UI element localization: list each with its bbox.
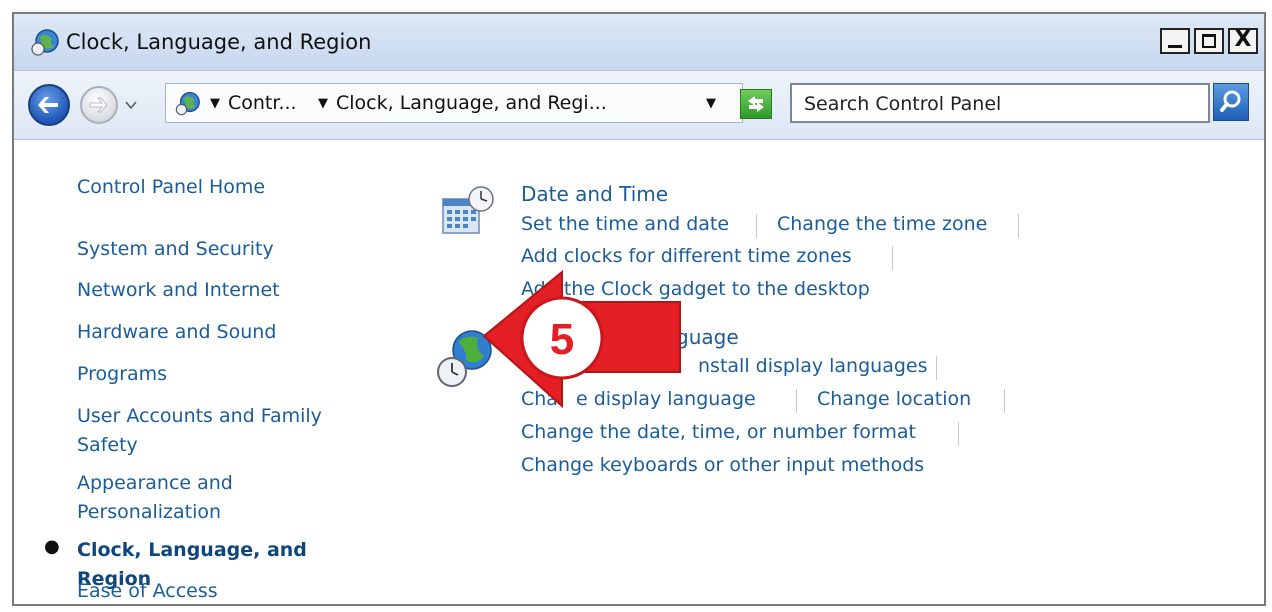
- close-button[interactable]: X: [1228, 28, 1258, 54]
- search-button[interactable]: [1213, 83, 1249, 121]
- link-separator: [936, 356, 937, 380]
- sidebar-item-programs[interactable]: Programs: [77, 360, 377, 389]
- breadcrumb-arrow-icon[interactable]: ▼: [210, 96, 220, 111]
- forward-button[interactable]: [80, 86, 118, 124]
- maximize-button[interactable]: [1194, 28, 1224, 54]
- sidebar-item-control-panel-home[interactable]: Control Panel Home: [77, 173, 377, 202]
- link-separator: [958, 422, 959, 446]
- date-time-icon[interactable]: [439, 185, 499, 245]
- sidebar: Control Panel Home System and Security N…: [14, 140, 414, 606]
- recent-pages-dropdown-icon[interactable]: [125, 99, 137, 111]
- address-dropdown-icon[interactable]: ▼: [706, 96, 716, 111]
- back-button[interactable]: [28, 84, 70, 126]
- link-separator: [1004, 389, 1005, 413]
- refresh-button[interactable]: [740, 89, 772, 119]
- breadcrumb-arrow-icon[interactable]: ▼: [318, 96, 328, 111]
- sidebar-item-appearance[interactable]: Appearance and Personalization: [77, 469, 277, 527]
- sidebar-item-system-security[interactable]: System and Security: [77, 235, 377, 264]
- sidebar-item-user-accounts[interactable]: User Accounts and Family Safety: [77, 402, 357, 460]
- forward-arrow-icon: [89, 97, 108, 113]
- link-separator: [756, 214, 757, 238]
- breadcrumb-clock-language-region[interactable]: ▼ Clock, Language, and Regi...: [318, 92, 607, 114]
- window-title: Clock, Language, and Region: [66, 30, 372, 54]
- breadcrumb-control-panel[interactable]: ▼ Contr...: [210, 92, 297, 114]
- search-box[interactable]: Search Control Panel: [790, 83, 1210, 123]
- change-keyboards-link[interactable]: Change keyboards or other input methods: [521, 454, 924, 476]
- sidebar-item-ease-of-access[interactable]: Ease of Access: [77, 577, 377, 606]
- link-separator: [892, 246, 893, 270]
- change-location-link[interactable]: Change location: [817, 388, 971, 410]
- control-panel-icon: [31, 29, 59, 56]
- search-input[interactable]: Search Control Panel: [804, 93, 1001, 115]
- change-date-time-format-link[interactable]: Change the date, time, or number format: [521, 421, 916, 443]
- set-time-date-link[interactable]: Set the time and date: [521, 213, 729, 235]
- step-number: 5: [550, 315, 574, 364]
- minimize-button[interactable]: [1160, 28, 1190, 54]
- add-clocks-link[interactable]: Add clocks for different time zones: [521, 245, 852, 267]
- address-bar[interactable]: ▼ Contr... ▼ Clock, Language, and Regi... …: [165, 83, 743, 123]
- step-callout-arrow: 5: [482, 269, 681, 409]
- region-language-heading-partial[interactable]: guage: [676, 325, 739, 349]
- back-arrow-icon: [38, 97, 58, 113]
- magnifier-icon: [1220, 90, 1241, 112]
- change-time-zone-link[interactable]: Change the time zone: [777, 213, 987, 235]
- install-display-languages-link-partial[interactable]: nstall display languages: [698, 355, 928, 377]
- current-item-bullet: ●: [44, 536, 60, 557]
- link-separator: [1018, 214, 1019, 238]
- title-bar: Clock, Language, and Region X: [14, 14, 1264, 71]
- link-separator: [796, 389, 797, 413]
- control-panel-icon: [175, 92, 200, 116]
- sidebar-item-hardware-sound[interactable]: Hardware and Sound: [77, 318, 377, 347]
- refresh-icon: [748, 96, 764, 112]
- sidebar-item-network-internet[interactable]: Network and Internet: [77, 276, 377, 305]
- date-time-heading[interactable]: Date and Time: [521, 182, 668, 206]
- navigation-toolbar: ▼ Contr... ▼ Clock, Language, and Regi... …: [14, 71, 1264, 140]
